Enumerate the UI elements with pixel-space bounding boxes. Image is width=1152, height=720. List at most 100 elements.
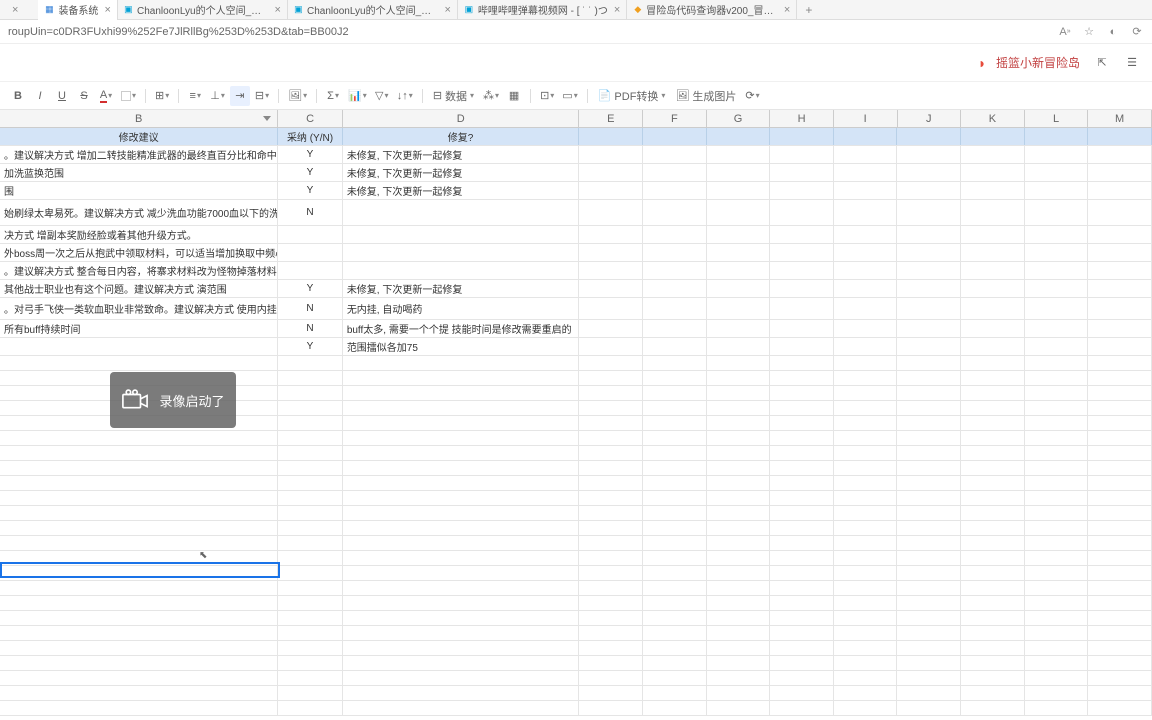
cell-suggestion[interactable]: 。对弓手飞侠一类软血职业非常致命。建议解决方式 使用内挂，关闭攻击不停和 [0,298,278,319]
cell-suggestion[interactable]: 所有buff持续时间 [0,320,278,337]
freeze-button[interactable]: ▦ [504,86,524,106]
doc-title: ◗ 摇篮小新冒险岛 [974,54,1080,71]
browser-tab-0[interactable]: ▦ 装备系统 × [38,0,117,20]
export-icon[interactable]: ⇱ [1094,55,1110,71]
col-header-d[interactable]: D [343,110,580,127]
browser-tab-4[interactable]: ◆ 冒险岛代码查询器v200_冒险岛吧 × [627,0,797,20]
cell-adopted[interactable]: Y [278,280,343,297]
cell-adopted[interactable]: Y [278,338,343,355]
cell-suggestion[interactable] [0,338,278,355]
chart-button[interactable]: 📊 [345,86,370,106]
col-header-f[interactable]: F [643,110,707,127]
align-h-button[interactable]: ≡ [185,86,205,106]
cell-fixed[interactable] [343,244,579,261]
col-header-l[interactable]: L [1025,110,1089,127]
col-header-g[interactable]: G [707,110,771,127]
col-header-c[interactable]: C [278,110,343,127]
cell-adopted[interactable]: N [278,200,343,225]
generate-image-button[interactable]: 🖼 生成图片 [671,88,740,104]
new-tab-button[interactable]: + [797,3,820,17]
close-icon[interactable]: × [12,4,18,16]
table-row: 始刷绿太卑易死。建议解决方式 减少洗血功能7000血以下的洗血成本。7000血以… [0,200,1152,226]
menu-icon[interactable]: ☰ [1124,55,1140,71]
tab-label: 装备系统 [58,2,98,17]
wrap-button[interactable]: ⇥ [230,86,250,106]
cell-adopted[interactable]: N [278,320,343,337]
cell-adopted[interactable] [278,262,343,279]
pdf-convert-button[interactable]: 📄 PDF转换 [594,88,670,104]
cell-adopted[interactable]: Y [278,164,343,181]
cell-adopted[interactable]: Y [278,182,343,199]
merge-button[interactable]: ⊟ [252,86,272,106]
validation-button[interactable]: ⊡ [537,86,557,106]
cell-suggestion[interactable]: 围 [0,182,278,199]
col-header-h[interactable]: H [770,110,834,127]
cell-adopted[interactable]: Y [278,146,343,163]
data-menu[interactable]: ⊟ 数据 [429,88,478,104]
more-button[interactable]: ⟳ [742,86,762,106]
close-icon[interactable]: × [104,4,110,16]
col-header-b[interactable]: B [0,110,278,127]
header-suggestion[interactable]: 修改建议 [0,128,278,145]
close-icon[interactable]: × [444,4,450,16]
cell-fixed[interactable]: buff太多, 需要一个个提 技能时间是修改需要重启的 [343,320,579,337]
borders-button[interactable]: ⊞ [152,86,172,106]
strikethrough-button[interactable]: S [74,86,94,106]
text-color-button[interactable]: A [96,86,116,106]
close-icon[interactable]: × [614,4,620,16]
col-header-j[interactable]: J [898,110,962,127]
close-icon[interactable]: × [784,4,790,16]
insert-image-button[interactable]: 🖼 [285,86,310,106]
table-row [0,506,1152,521]
cell-suggestion[interactable]: 。建议解决方式 整合每日内容，将寨求材料改为怪物掉落材料，节假日可增加一 [0,262,278,279]
cell-fixed[interactable] [343,200,579,225]
underline-button[interactable]: U [52,86,72,106]
col-header-k[interactable]: K [961,110,1025,127]
url-text[interactable]: roupUin=c0DR3FUxhi99%252Fe7JlRllBg%253D%… [8,26,1058,38]
cell-fixed[interactable]: 无内挂, 自动喝药 [343,298,579,319]
table-row: 其他战士职业也有这个问题。建议解决方式 演范围Y未修复, 下次更新一起修复 [0,280,1152,298]
filter-button[interactable]: ▽ [372,86,392,106]
bold-button[interactable]: B [8,86,28,106]
header-fixed[interactable]: 修复? [343,128,579,145]
col-header-m[interactable]: M [1088,110,1152,127]
browser-tab-2[interactable]: ▣ ChanloonLyu的个人空间_哔哩哔 × [288,0,458,20]
cell-fixed[interactable] [343,262,579,279]
cell-fixed[interactable]: 未修复, 下次更新一起修复 [343,280,579,297]
cell-fixed[interactable]: 未修复, 下次更新一起修复 [343,164,579,181]
cell-suggestion[interactable]: 其他战士职业也有这个问题。建议解决方式 演范围 [0,280,278,297]
cell-adopted[interactable] [278,244,343,261]
sort-button[interactable]: ↓↑ [394,86,416,106]
table-row [0,521,1152,536]
star-icon[interactable]: ☆ [1082,25,1096,39]
text-size-icon[interactable]: A» [1058,25,1072,39]
col-header-i[interactable]: I [834,110,898,127]
cell-suggestion[interactable]: 外boss周一次之后从抱武中领取材料，可以适当增加换取中频心所需材料数量 [0,244,278,261]
formatting-toolbar: B I U S A ⊞ ≡ ⊥ ⇥ ⊟ 🖼 Σ 📊 ▽ ↓↑ ⊟ 数据 ⁂ ▦ … [0,82,1152,110]
browser-tab-3[interactable]: ▣ 哔哩哔哩弹幕视频网 - [ ˙ ˙ )つ × [458,0,627,20]
cell-fixed[interactable]: 未修复, 下次更新一起修复 [343,182,579,199]
cell-fixed[interactable]: 未修复, 下次更新一起修复 [343,146,579,163]
cell-suggestion[interactable]: 。建议解决方式 增加二转技能精准武器的最终直百分比和命中数值 [0,146,278,163]
extension-icon[interactable]: ◐ [1106,25,1120,39]
header-adopted[interactable]: 采纳 (Y/N) [278,128,343,145]
fill-color-button[interactable] [118,86,139,106]
cell-suggestion[interactable]: 始刷绿太卑易死。建议解决方式 减少洗血功能7000血以下的洗血成本。7000血以 [0,200,278,225]
col-header-e[interactable]: E [579,110,643,127]
sum-button[interactable]: Σ [323,86,343,106]
italic-button[interactable]: I [30,86,50,106]
cell-fixed[interactable] [343,226,579,243]
dropdown-button[interactable]: ▭ [559,86,580,106]
cell-fixed[interactable]: 范围擂似各加75 [343,338,579,355]
align-v-button[interactable]: ⊥ [207,86,228,106]
recording-text: 录像启动了 [159,391,224,410]
table-row [0,701,1152,716]
refresh-icon[interactable]: ⟳ [1130,25,1144,39]
browser-tab-1[interactable]: ▣ ChanloonLyu的个人空间_哔哩哔 × [118,0,288,20]
cell-adopted[interactable]: N [278,298,343,319]
cell-suggestion[interactable]: 加洗蓝换范围 [0,164,278,181]
cell-adopted[interactable] [278,226,343,243]
cell-suggestion[interactable]: 决方式 增副本奖励经脸或着其他升级方式。 [0,226,278,243]
format-button[interactable]: ⁂ [480,86,502,106]
close-icon[interactable]: × [274,4,280,16]
